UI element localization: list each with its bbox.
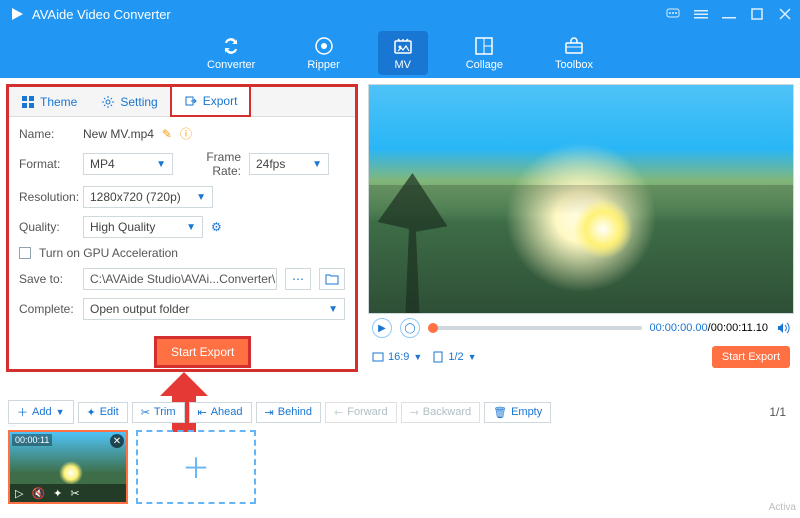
quality-label: Quality: [19, 220, 75, 234]
export-panel: Theme Setting Export Name: New MV.mp4 ✎ … [6, 84, 358, 372]
magic-icon: ✦ [87, 406, 96, 419]
nav-ripper[interactable]: Ripper [293, 31, 353, 75]
clip-thumbnail[interactable]: 00:00:11 ✕ ▷ 🔇 ✦ ✂ [8, 430, 128, 504]
format-select[interactable]: MP4▼ [83, 153, 173, 175]
thumb-effect-icon[interactable]: ✦ [53, 487, 62, 500]
add-clip-slot[interactable]: ＋ [136, 430, 256, 504]
scissor-icon: ✂ [141, 406, 150, 419]
thumb-play-icon[interactable]: ▷ [15, 487, 23, 500]
quality-settings-icon[interactable]: ⚙ [211, 220, 222, 234]
clip-toolbar: ＋Add▼ ✦Edit ✂Trim ⇤Ahead ⇥Behind ⇽Forwar… [8, 398, 792, 426]
page-select[interactable]: 1/2▼ [432, 351, 476, 363]
ripper-icon [313, 35, 335, 57]
snapshot-button[interactable]: ◯ [400, 318, 420, 338]
nav-toolbox[interactable]: Toolbox [541, 31, 607, 75]
browse-folder-icon[interactable] [319, 268, 345, 290]
minimize-icon[interactable] [722, 7, 736, 21]
framerate-label: Frame Rate: [181, 150, 241, 178]
format-label: Format: [19, 157, 75, 171]
nav-converter[interactable]: Converter [193, 31, 269, 75]
behind-button[interactable]: ⇥Behind [256, 402, 321, 423]
tab-export[interactable]: Export [170, 85, 252, 117]
nav-mv[interactable]: MV [378, 31, 428, 75]
name-label: Name: [19, 127, 75, 141]
nav-collage[interactable]: Collage [452, 31, 517, 75]
menu-icon[interactable] [694, 7, 708, 21]
tab-setting[interactable]: Setting [89, 87, 169, 116]
remove-clip-icon[interactable]: ✕ [110, 434, 124, 448]
complete-select[interactable]: Open output folder▼ [83, 298, 345, 320]
edit-name-icon[interactable]: ✎ [162, 127, 172, 141]
complete-label: Complete: [19, 302, 75, 316]
setting-icon [101, 95, 115, 109]
os-watermark: Activa [769, 502, 796, 514]
edit-button[interactable]: ✦Edit [78, 402, 128, 423]
app-title: AVAide Video Converter [32, 7, 666, 22]
play-button[interactable]: ▶ [372, 318, 392, 338]
thumb-mute-icon[interactable]: 🔇 [31, 487, 45, 500]
gpu-checkbox[interactable] [19, 247, 31, 259]
toolbox-icon [563, 35, 585, 57]
start-export-button[interactable]: Start Export [712, 346, 790, 368]
saveto-path[interactable]: C:\AVAide Studio\AVAi...Converter\MV Exp… [83, 268, 277, 290]
preview-area: ▶ ◯ 00:00:00.00/00:00:11.10 16:9▼ 1/2▼ S… [368, 84, 794, 372]
resolution-label: Resolution: [19, 190, 75, 204]
info-icon[interactable]: ⓘ [180, 125, 192, 142]
clip-duration: 00:00:11 [12, 434, 52, 446]
progress-bar[interactable] [428, 326, 642, 330]
add-button[interactable]: ＋Add▼ [8, 400, 74, 424]
empty-button[interactable]: 🗑Empty [484, 402, 551, 423]
gpu-label: Turn on GPU Acceleration [39, 246, 178, 260]
thumb-cut-icon[interactable]: ✂ [70, 487, 79, 500]
preview-video[interactable] [368, 84, 794, 314]
start-export-main-button[interactable]: Start Export [154, 336, 251, 368]
close-icon[interactable] [778, 7, 792, 21]
trim-button[interactable]: ✂Trim [132, 402, 185, 423]
more-path-button[interactable]: ⋯ [285, 268, 311, 290]
aspect-ratio-select[interactable]: 16:9▼ [372, 351, 422, 363]
export-icon [184, 94, 198, 108]
top-nav: Converter Ripper MV Collage Toolbox [0, 28, 800, 78]
resolution-select[interactable]: 1280x720 (720p)▼ [83, 186, 213, 208]
maximize-icon[interactable] [750, 7, 764, 21]
saveto-label: Save to: [19, 272, 75, 286]
theme-icon [21, 95, 35, 109]
trash-icon: 🗑 [493, 406, 507, 419]
collage-icon [473, 35, 495, 57]
tab-theme[interactable]: Theme [9, 87, 89, 116]
title-bar: AVAide Video Converter [0, 0, 800, 28]
feedback-icon[interactable] [666, 7, 680, 21]
ahead-button[interactable]: ⇤Ahead [189, 402, 252, 423]
backward-button[interactable]: ⇾Backward [401, 402, 481, 423]
mv-icon [392, 35, 414, 57]
page-indicator: 1/1 [769, 405, 792, 419]
volume-icon[interactable] [776, 321, 790, 335]
converter-icon [220, 35, 242, 57]
quality-select[interactable]: High Quality▼ [83, 216, 203, 238]
time-display: 00:00:00.00/00:00:11.10 [650, 322, 768, 334]
framerate-select[interactable]: 24fps▼ [249, 153, 329, 175]
name-value: New MV.mp4 [83, 127, 154, 141]
app-logo-icon [8, 5, 26, 23]
forward-button[interactable]: ⇽Forward [325, 402, 397, 423]
